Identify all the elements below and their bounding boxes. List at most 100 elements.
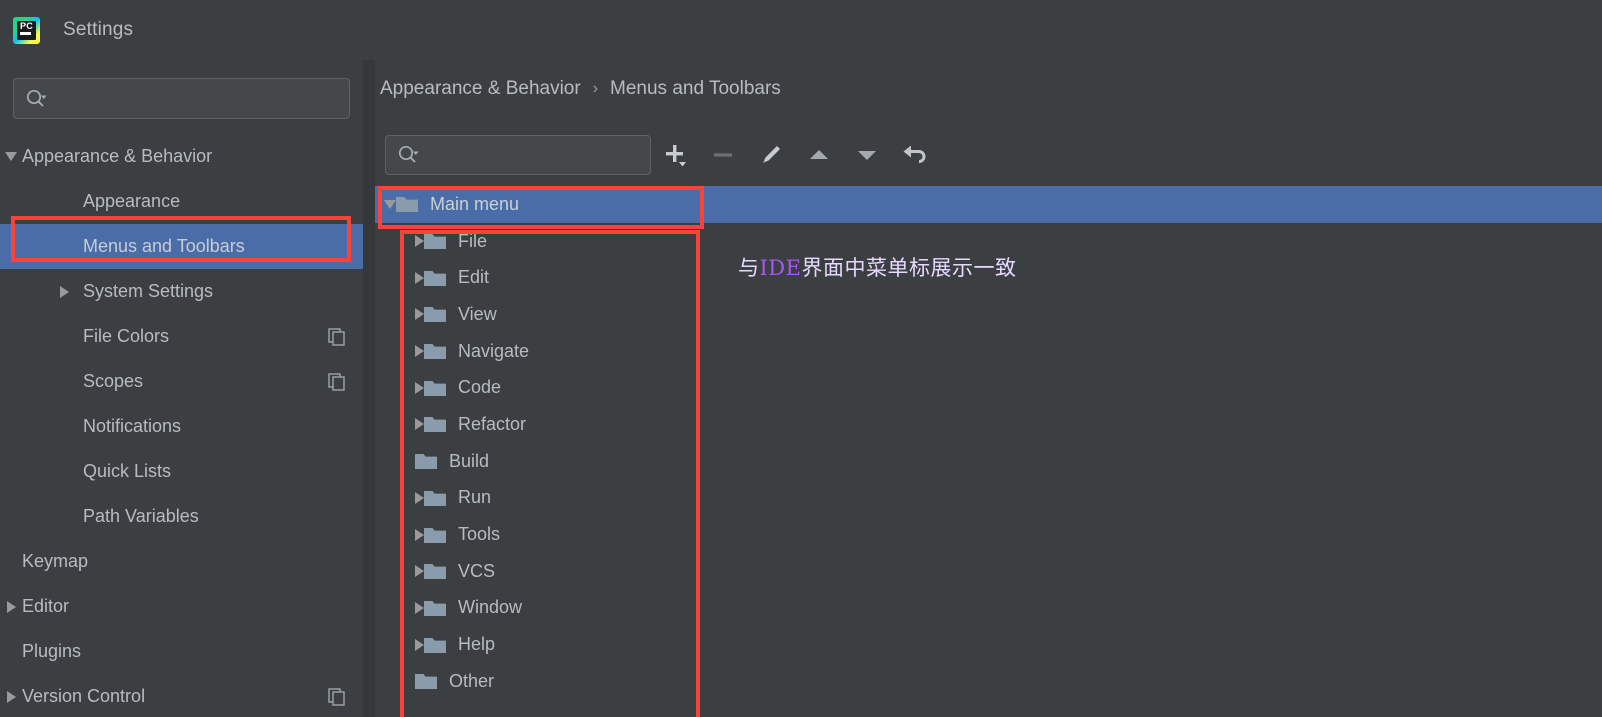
triangle-up-icon (810, 150, 828, 159)
copy-settings-icon[interactable] (328, 372, 346, 391)
chevron-right-icon (415, 528, 424, 541)
sidebar-tree: Appearance & Behavior Appearance Menus and… (0, 134, 363, 717)
toolbar-search-input[interactable] (385, 135, 651, 175)
tree-row-tools[interactable]: Tools (375, 516, 1602, 553)
arrow-spacer (53, 404, 75, 449)
settings-window: PC Settings Appearance & Behavior Appeara… (0, 0, 1602, 717)
main-panel: Appearance & Behavior › Menus and Toolba… (375, 60, 1602, 717)
triangle-down-icon (858, 151, 876, 160)
expand-toggle[interactable] (415, 491, 424, 504)
folder-icon (415, 674, 437, 690)
expand-toggle[interactable] (415, 528, 424, 541)
tree-row-label: Code (458, 377, 502, 398)
folder-icon (424, 637, 446, 653)
settings-sidebar: Appearance & Behavior Appearance Menus and… (0, 60, 363, 717)
tree-row-window[interactable]: Window (375, 590, 1602, 627)
chevron-right-icon (415, 345, 424, 358)
folder-icon (424, 564, 446, 580)
tree-row-label: Window (458, 597, 523, 618)
sidebar-item-label: Keymap (22, 551, 89, 571)
restore-button[interactable] (891, 131, 939, 179)
tree-row-view[interactable]: View (375, 296, 1602, 333)
breadcrumb-parent[interactable]: Appearance & Behavior (380, 78, 581, 100)
expand-toggle[interactable] (415, 345, 424, 358)
copy-settings-icon[interactable] (328, 687, 346, 706)
move-down-button[interactable] (843, 131, 891, 179)
sidebar-item-label: Path Variables (83, 506, 199, 526)
sidebar-item-file-colors[interactable]: File Colors (0, 314, 363, 359)
folder-icon (424, 417, 446, 433)
expand-toggle[interactable] (415, 418, 424, 431)
arrow-spacer (53, 359, 75, 404)
folder-icon (396, 197, 418, 213)
sidebar-item-quick-lists[interactable]: Quick Lists (0, 449, 363, 494)
tree-row-help[interactable]: Help (375, 626, 1602, 663)
sidebar-item-label: Notifications (83, 416, 182, 436)
expand-toggle[interactable] (0, 674, 22, 717)
sidebar-item-appearance-behavior[interactable]: Appearance & Behavior (0, 134, 363, 179)
annotation-note-suffix: 界面中菜单标展示一致 (801, 256, 1017, 280)
expand-toggle[interactable] (415, 271, 424, 284)
sidebar-item-appearance[interactable]: Appearance (0, 179, 363, 224)
tree-row-label: Tools (458, 524, 501, 545)
expand-toggle[interactable] (415, 235, 424, 248)
sidebar-item-plugins[interactable]: Plugins (0, 629, 363, 674)
folder-icon (424, 600, 446, 616)
sidebar-item-path-variables[interactable]: Path Variables (0, 494, 363, 539)
tree-row-label: Other (449, 670, 495, 691)
arrow-spacer (53, 179, 75, 224)
annotation-note-prefix: 与 (738, 256, 760, 280)
folder-icon (424, 527, 446, 543)
move-up-button[interactable] (795, 131, 843, 179)
sidebar-item-editor[interactable]: Editor (0, 584, 363, 629)
expand-toggle[interactable] (415, 601, 424, 614)
expand-toggle[interactable] (415, 638, 424, 651)
tree-row-run[interactable]: Run (375, 480, 1602, 517)
logo-underbar (20, 31, 31, 35)
expand-toggle[interactable] (415, 308, 424, 321)
search-icon (26, 89, 47, 107)
sidebar-item-keymap[interactable]: Keymap (0, 539, 363, 584)
sidebar-item-version-control[interactable]: Version Control (0, 674, 363, 717)
sidebar-item-system-settings[interactable]: System Settings (0, 269, 363, 314)
window-title-bar: PC Settings (0, 0, 1602, 60)
tree-row-vcs[interactable]: VCS (375, 553, 1602, 590)
tree-row-label: Help (458, 634, 496, 655)
tree-row-main-menu[interactable]: Main menu (375, 186, 1602, 223)
tree-row-refactor[interactable]: Refactor (375, 406, 1602, 443)
tree-row-label: Edit (458, 267, 490, 288)
chevron-right-icon (415, 271, 424, 284)
expand-toggle[interactable] (415, 565, 424, 578)
sidebar-item-menus-and-toolbars[interactable]: Menus and Toolbars (0, 224, 363, 269)
annotation-note: 与IDE界面中菜单标展示一致 (738, 252, 1016, 282)
tree-row-navigate[interactable]: Navigate (375, 333, 1602, 370)
chevron-right-icon (415, 235, 424, 248)
expand-toggle[interactable] (53, 269, 75, 314)
sidebar-item-scopes[interactable]: Scopes (0, 359, 363, 404)
tree-row-build[interactable]: Build (375, 443, 1602, 480)
tree-row-label: VCS (458, 560, 496, 581)
chevron-right-icon (6, 600, 16, 613)
expand-toggle[interactable] (0, 584, 22, 629)
add-button[interactable] (651, 131, 699, 179)
chevron-right-icon (415, 601, 424, 614)
collapse-toggle[interactable] (0, 134, 22, 179)
sidebar-item-notifications[interactable]: Notifications (0, 404, 363, 449)
tree-row-label: Run (458, 487, 492, 508)
sidebar-scrollbar[interactable] (363, 60, 375, 717)
folder-icon (424, 270, 446, 286)
tree-row-code[interactable]: Code (375, 369, 1602, 406)
expand-toggle[interactable] (415, 381, 424, 394)
chevron-down-icon (384, 199, 396, 209)
arrow-spacer (53, 449, 75, 494)
remove-button[interactable] (699, 131, 747, 179)
edit-button[interactable] (747, 131, 795, 179)
copy-settings-icon[interactable] (328, 327, 346, 346)
sidebar-search-field[interactable] (13, 78, 350, 119)
tree-row-other[interactable]: Other (375, 663, 1602, 700)
collapse-toggle[interactable] (384, 199, 396, 209)
folder-icon (415, 454, 437, 470)
annotation-note-highlight: IDE (759, 256, 802, 280)
sidebar-item-label: Quick Lists (83, 461, 172, 481)
arrow-spacer (53, 314, 75, 359)
